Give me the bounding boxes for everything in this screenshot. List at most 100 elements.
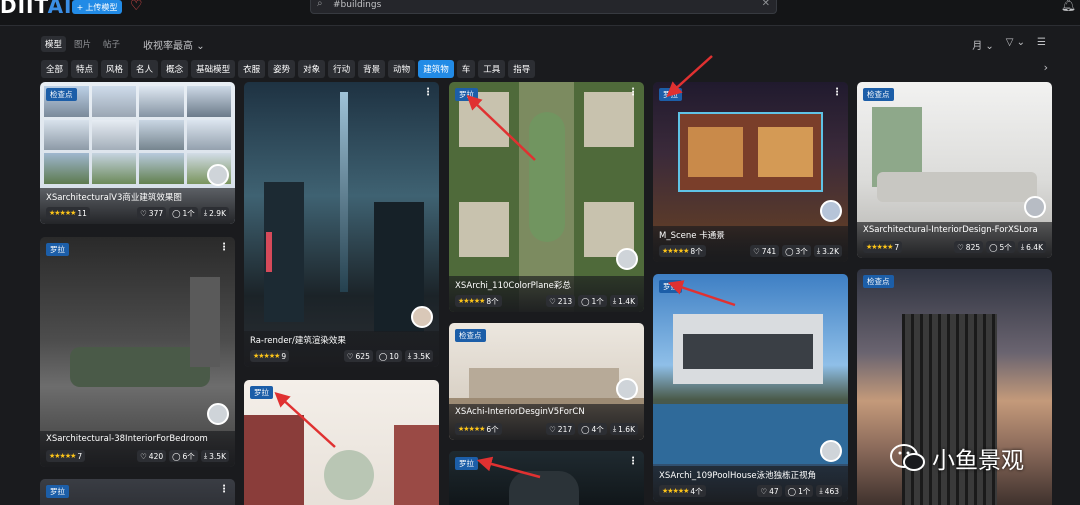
heart-outline-icon: ♡ — [140, 451, 147, 461]
card-title[interactable]: XSArchi_109PoolHouse泳池独栋正视角 — [659, 469, 842, 481]
model-card[interactable]: 检查点 XSarchitectural-InteriorDesign-ForXS… — [857, 82, 1052, 258]
view-toggle: 模型 图片 帖子 — [41, 36, 124, 52]
avatar[interactable] — [820, 200, 842, 222]
card-title[interactable]: M_Scene 卡通景 — [659, 229, 842, 241]
card-stats: ★★★★★ 9 ♡ 625 ◯ 10 ⤓ 3.5K — [250, 350, 433, 362]
wechat-icon — [890, 443, 926, 473]
tag-car[interactable]: 车 — [456, 60, 476, 78]
heart-outline-icon: ♡ — [549, 296, 556, 306]
card-title[interactable]: XSarchitectural-InteriorDesign-ForXSLora — [863, 225, 1046, 235]
avatar[interactable] — [820, 440, 842, 462]
tag-animal[interactable]: 动物 — [388, 60, 416, 78]
more-vertical-icon[interactable]: ⋮ — [628, 457, 638, 467]
tag-guide[interactable]: 指导 — [508, 60, 536, 78]
avatar[interactable] — [616, 378, 638, 400]
card-stats: ★★★★★ 4个 ♡ 47 ◯ 1个 ⤓ 463 — [659, 485, 842, 497]
star-icon: ★★★★★ — [49, 209, 76, 217]
download-icon: ⤓ — [816, 246, 821, 255]
watermark-text: 小鱼景观 — [932, 448, 1024, 474]
comment-icon: ◯ — [378, 351, 388, 361]
upload-model-button[interactable]: + 上传模型 — [72, 0, 122, 14]
card-title[interactable]: XSarchitecturalV3商业建筑效果图 — [46, 191, 229, 203]
tag-pose[interactable]: 姿势 — [268, 60, 296, 78]
model-card[interactable]: ⋮ Ra-render/建筑渲染效果 ★★★★★ 9 ♡ 625 ◯ 10 ⤓ 3.5K — [244, 82, 439, 367]
card-stats: ★★★★★ 6个 ♡ 217 ◯ 4个 ⤓ 1.6K — [455, 423, 638, 435]
card-title[interactable]: XSarchitectural-38InteriorForBedroom — [46, 434, 229, 444]
avatar[interactable] — [616, 248, 638, 270]
more-vertical-icon[interactable]: ⋮ — [219, 243, 229, 253]
downloads-count: ⤓ 463 — [816, 485, 842, 497]
card-image — [40, 479, 235, 505]
more-vertical-icon[interactable]: ⋮ — [832, 88, 842, 98]
logo[interactable]: DIITAI — [0, 0, 73, 18]
type-badge: 检查点 — [455, 329, 486, 342]
star-icon: ★★★★★ — [662, 487, 689, 495]
tag-features[interactable]: 特点 — [71, 60, 99, 78]
card-title[interactable]: XSAchi-InteriorDesginV5ForCN — [455, 407, 638, 417]
close-icon[interactable]: ✕ — [762, 0, 770, 9]
card-title[interactable]: XSArchi_110ColorPlane彩总 — [455, 279, 638, 291]
rating-badge: ★★★★★ 8个 — [659, 245, 706, 257]
model-card[interactable]: 罗拉 ⋮ — [40, 479, 235, 505]
model-card[interactable]: 罗拉 XSArchi_109PoolHouse泳池独栋正视角 ★★★★★ 4个 ♡… — [653, 274, 848, 502]
search-input[interactable]: ⌕ #buildings ✕ — [310, 0, 777, 14]
card-stats: ★★★★★ 7 ♡ 825 ◯ 5个 ⤓ 6.4K — [863, 241, 1046, 253]
period-dropdown[interactable]: 月 ⌄ — [972, 37, 994, 52]
avatar[interactable] — [1024, 196, 1046, 218]
tag-all[interactable]: 全部 — [41, 60, 69, 78]
comment-icon: ◯ — [989, 242, 998, 252]
comments-count: ◯ 6个 — [169, 450, 198, 462]
view-models[interactable]: 模型 — [41, 36, 67, 52]
layout-icon[interactable]: ☰ — [1037, 37, 1046, 52]
tag-action[interactable]: 行动 — [328, 60, 356, 78]
comment-icon: ◯ — [581, 424, 590, 434]
comments-count: ◯ 5个 — [986, 241, 1015, 253]
rating-badge: ★★★★★ 6个 — [455, 423, 502, 435]
model-card[interactable]: 罗拉 ⋮ — [449, 451, 644, 505]
avatar[interactable] — [411, 306, 433, 328]
card-title[interactable]: Ra-render/建筑渲染效果 — [250, 334, 433, 346]
comments-count: ◯ 4个 — [578, 423, 607, 435]
star-icon: ★★★★★ — [458, 425, 485, 433]
tag-style[interactable]: 风格 — [101, 60, 129, 78]
tag-tools[interactable]: 工具 — [478, 60, 506, 78]
tag-celebrity[interactable]: 名人 — [131, 60, 159, 78]
type-badge: 罗拉 — [250, 386, 273, 399]
tag-background[interactable]: 背景 — [358, 60, 386, 78]
comments-count: ◯ 1个 — [578, 295, 607, 307]
model-card[interactable]: 罗拉 — [244, 380, 439, 505]
rating-badge: ★★★★★ 11 — [46, 207, 90, 219]
tag-buildings[interactable]: 建筑物 — [418, 60, 454, 78]
model-card[interactable]: 罗拉 ⋮ M_Scene 卡通景 ★★★★★ 8个 ♡ 741 ◯ 3个 ⤓ 3.2K — [653, 82, 848, 262]
plus-icon: + — [76, 2, 84, 12]
view-images[interactable]: 图片 — [70, 36, 95, 52]
tag-base-model[interactable]: 基础模型 — [191, 60, 236, 78]
heart-outline-icon: ♡ — [957, 242, 964, 252]
star-icon: ★★★★★ — [662, 247, 689, 255]
star-icon: ★★★★★ — [866, 243, 893, 251]
model-card[interactable]: 检查点 XSarchitecturalV3商业建筑效果图 ★★★★★ 11 ♡ 37… — [40, 82, 235, 224]
more-vertical-icon[interactable]: ⋮ — [423, 88, 433, 98]
bell-icon[interactable]: 🔔︎ — [1061, 0, 1076, 12]
chevron-right-icon[interactable]: › — [1044, 61, 1048, 74]
more-vertical-icon[interactable]: ⋮ — [219, 485, 229, 495]
more-vertical-icon[interactable]: ⋮ — [628, 88, 638, 98]
model-card[interactable]: 罗拉 ⋮ XSArchi_110ColorPlane彩总 ★★★★★ 8个 ♡ 21… — [449, 82, 644, 312]
star-icon: ★★★★★ — [253, 352, 280, 360]
filter-icon[interactable]: ▽ ⌄ — [1006, 37, 1025, 52]
card-info: XSArchi_110ColorPlane彩总 ★★★★★ 8个 ♡ 213 ◯ 1个… — [449, 276, 644, 312]
card-info: XSarchitectural-38InteriorForBedroom ★★★… — [40, 431, 235, 467]
tag-clothes[interactable]: 衣服 — [238, 60, 266, 78]
heart-outline-icon: ♡ — [760, 486, 768, 496]
tag-concept[interactable]: 概念 — [161, 60, 189, 78]
heart-icon[interactable]: ♡ — [130, 0, 143, 14]
model-card[interactable]: 罗拉 ⋮ XSarchitectural-38InteriorForBedroo… — [40, 237, 235, 467]
avatar[interactable] — [207, 403, 229, 425]
model-card[interactable]: 检查点 XSAchi-InteriorDesginV5ForCN ★★★★★ 6个… — [449, 323, 644, 440]
comments-count: ◯ 3个 — [782, 245, 811, 257]
tag-object[interactable]: 对象 — [298, 60, 326, 78]
view-posts[interactable]: 帖子 — [99, 36, 124, 52]
tag-bar: 全部 特点 风格 名人 概念 基础模型 衣服 姿势 对象 行动 背景 动物 建筑… — [41, 60, 536, 78]
avatar[interactable] — [207, 164, 229, 186]
sort-dropdown[interactable]: 收视率最高 ⌄ — [143, 37, 205, 52]
